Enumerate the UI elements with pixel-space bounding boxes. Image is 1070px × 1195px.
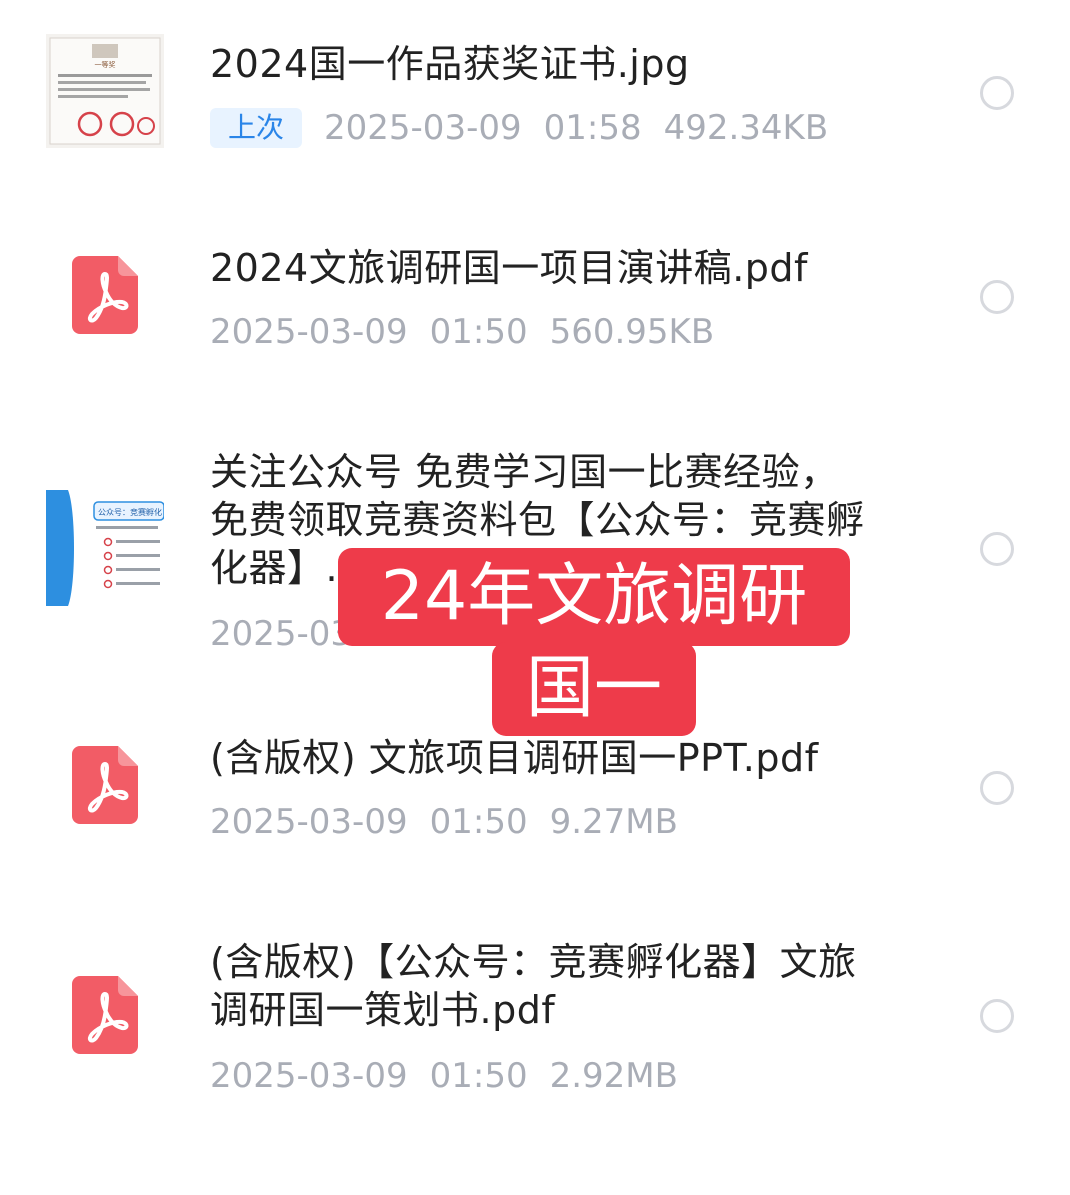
file-time: 01:50 xyxy=(429,1056,528,1096)
file-name: (含版权) 文旅项目调研国一PPT.pdf xyxy=(210,736,819,780)
file-name-line: 免费领取竞赛资料包【公众号：竞赛孵 xyxy=(210,498,865,542)
file-name-line: (含版权)【公众号：竞赛孵化器】文旅 xyxy=(210,940,857,984)
file-time: 01:50 xyxy=(429,312,528,352)
select-checkbox[interactable] xyxy=(980,280,1014,314)
pdf-icon xyxy=(72,256,138,334)
file-meta: 上次 2025-03-09 01:58 492.34KB xyxy=(210,108,850,148)
file-row-certificate[interactable]: 一等奖 2024国一作品获奖证书.jpg 上次 2025-03-09 01:58 49… xyxy=(0,0,1070,190)
file-size: 2.92MB xyxy=(549,1056,678,1096)
file-name-line: 调研国一策划书.pdf xyxy=(210,988,556,1032)
file-row-plan-pdf[interactable]: (含版权)【公众号：竞赛孵化器】文旅 调研国一策划书.pdf 2025-03-0… xyxy=(0,910,1070,1130)
file-name: 2024文旅调研国一项目演讲稿.pdf xyxy=(210,246,808,290)
file-meta: 2025-03-09 01:50 2.92MB xyxy=(210,1056,700,1096)
file-date: 2025-03-09 xyxy=(210,312,408,352)
file-name-line: 关注公众号 免费学习国一比赛经验， xyxy=(210,450,839,494)
file-row-speech-pdf[interactable]: 2024文旅调研国一项目演讲稿.pdf 2025-03-09 01:50 560.9… xyxy=(0,210,1070,390)
certificate-image-thumbnail: 一等奖 xyxy=(46,34,164,148)
promo-image-thumbnail: 公众号：竞赛孵化 xyxy=(46,490,164,606)
file-time: 01:50 xyxy=(429,802,528,842)
pdf-icon xyxy=(72,746,138,824)
pdf-icon xyxy=(72,976,138,1054)
promo-header-text: 公众号：竞赛孵化 xyxy=(98,507,162,517)
select-checkbox[interactable] xyxy=(980,76,1014,110)
file-date: 2025-03-09 xyxy=(210,802,408,842)
file-date: 2025-03-09 xyxy=(324,108,522,148)
select-checkbox[interactable] xyxy=(980,999,1014,1033)
file-size: 560.95KB xyxy=(549,312,715,352)
file-size: 9.27MB xyxy=(549,802,678,842)
select-checkbox[interactable] xyxy=(980,532,1014,566)
select-checkbox[interactable] xyxy=(980,771,1014,805)
certificate-heading-text: 一等奖 xyxy=(95,60,116,69)
file-meta: 2025-03-09 01:50 560.95KB xyxy=(210,312,736,352)
file-date: 2025-03-09 xyxy=(210,1056,408,1096)
overlay-caption-line1: 24年文旅调研 xyxy=(338,548,850,646)
file-name: (含版权)【公众号：竞赛孵化器】文旅 调研国一策划书.pdf xyxy=(210,938,930,1034)
last-opened-badge: 上次 xyxy=(210,108,303,148)
file-size: 492.34KB xyxy=(663,108,829,148)
file-time: 01:58 xyxy=(543,108,642,148)
overlay-caption-line2: 国一 xyxy=(492,642,696,736)
file-name: 2024国一作品获奖证书.jpg xyxy=(210,42,690,86)
file-date: 2025-03 xyxy=(210,614,353,654)
overlay-caption: 24年文旅调研 国一 xyxy=(338,548,850,738)
file-meta: 2025-03-09 01:50 9.27MB xyxy=(210,802,700,842)
